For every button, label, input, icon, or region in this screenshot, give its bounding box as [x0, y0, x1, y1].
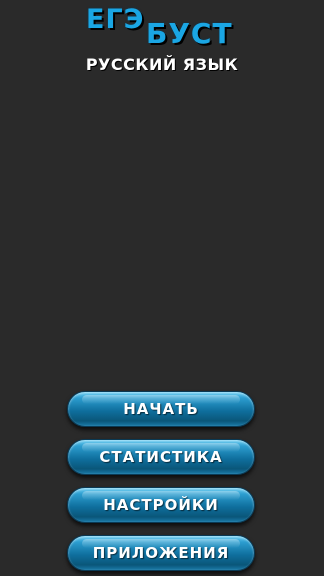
logo-text-bust: БУСТ	[146, 17, 233, 50]
apps-button-label: ПРИЛОЖЕНИЯ	[92, 544, 230, 562]
settings-button-label: НАСТРОЙКИ	[103, 496, 219, 514]
settings-button[interactable]: НАСТРОЙКИ	[67, 487, 255, 523]
main-menu: НАЧАТЬ СТАТИСТИКА НАСТРОЙКИ ПРИЛОЖЕНИЯ	[67, 391, 255, 576]
logo-text-ege: ЕГЭ	[86, 4, 145, 35]
subject-title: РУССКИЙ ЯЗЫК	[85, 55, 239, 74]
start-button[interactable]: НАЧАТЬ	[67, 391, 255, 427]
apps-button[interactable]: ПРИЛОЖЕНИЯ	[67, 535, 255, 571]
statistics-button[interactable]: СТАТИСТИКА	[67, 439, 255, 475]
statistics-button-label: СТАТИСТИКА	[99, 448, 223, 466]
start-button-label: НАЧАТЬ	[123, 400, 199, 418]
